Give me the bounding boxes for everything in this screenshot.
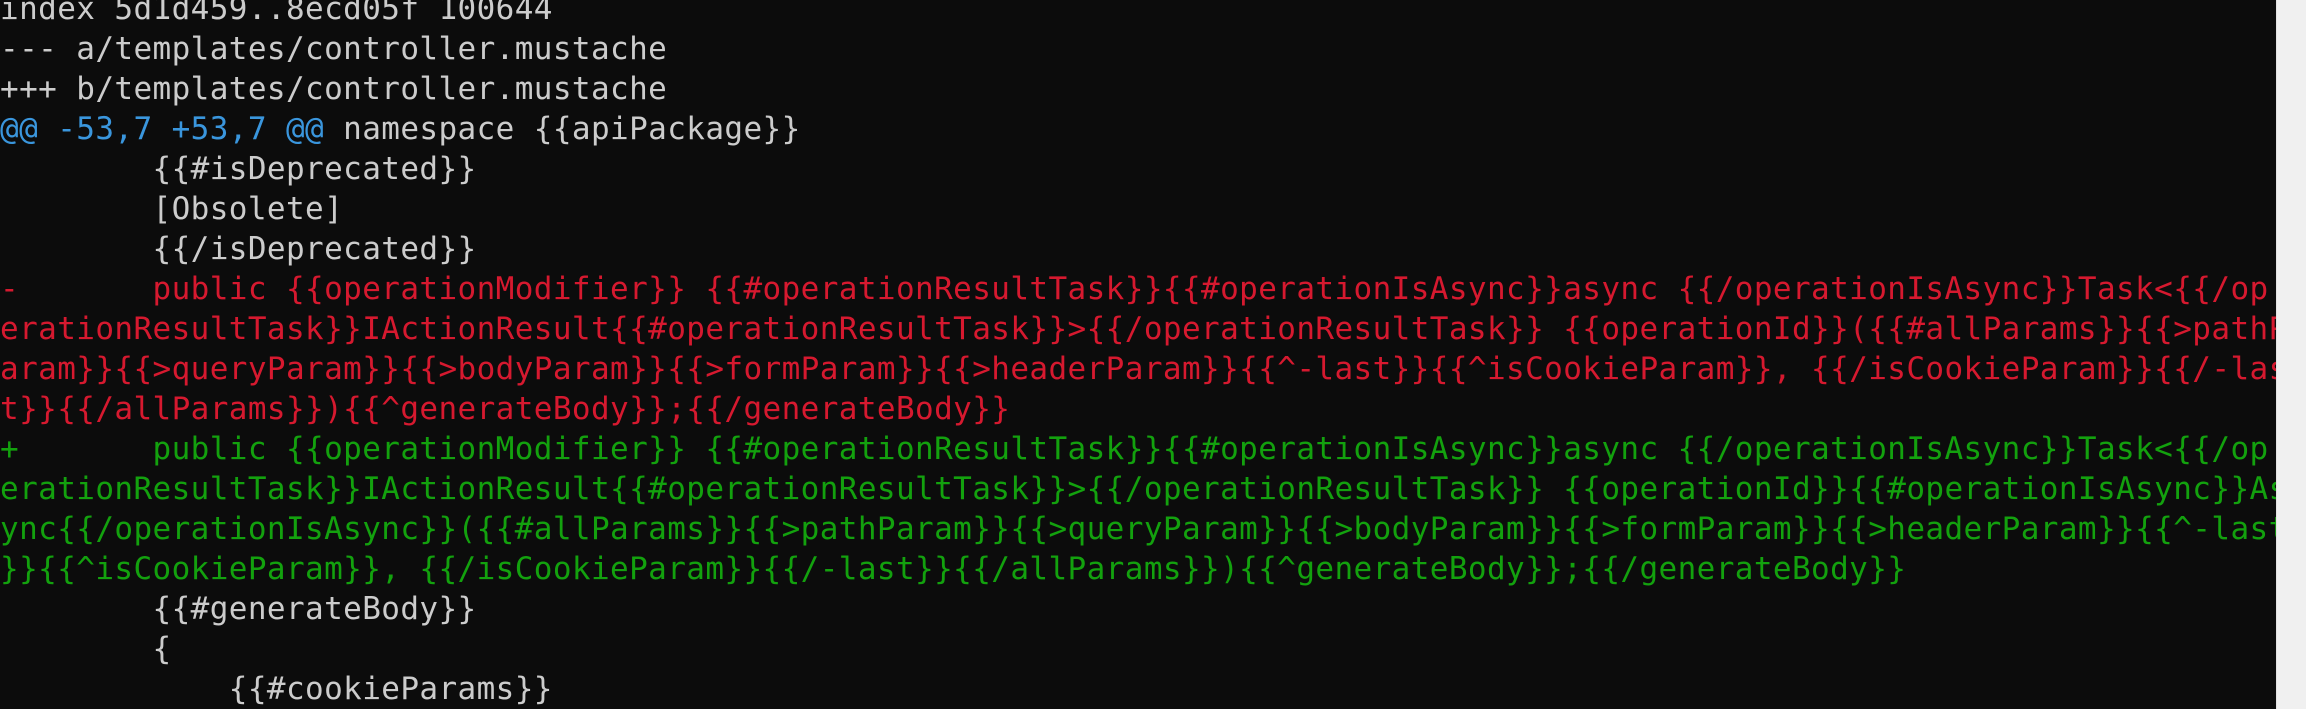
hunk-range: @@ -53,7 +53,7 @@ bbox=[0, 111, 325, 147]
diff-removed-line: t}}{{/allParams}}){{^generateBody}};{{/g… bbox=[0, 391, 1011, 427]
diff-added-line: erationResultTask}}IActionResult{{#opera… bbox=[0, 471, 2276, 507]
vertical-scrollbar[interactable] bbox=[2276, 0, 2306, 709]
diff-removed-line: - public {{operationModifier}} {{#operat… bbox=[0, 271, 2269, 307]
diff-removed-line: aram}}{{>queryParam}}{{>bodyParam}}{{>fo… bbox=[0, 351, 2276, 387]
diff-context-line: {{#generateBody}} bbox=[0, 591, 477, 627]
diff-added-line: + public {{operationModifier}} {{#operat… bbox=[0, 431, 2269, 467]
diff-added-line: }}{{^isCookieParam}}, {{/isCookieParam}}… bbox=[0, 551, 1907, 587]
diff-output: index 5d1d459..8ecd05f 100644 --- a/templ… bbox=[0, 0, 2276, 709]
diff-index-line: index 5d1d459..8ecd05f 100644 bbox=[0, 0, 553, 27]
diff-context-line: {{/isDeprecated}} bbox=[0, 231, 477, 267]
diff-new-file-line: +++ b/templates/controller.mustache bbox=[0, 71, 668, 107]
diff-context-line: { bbox=[0, 631, 172, 667]
diff-context-line: {{#isDeprecated}} bbox=[0, 151, 477, 187]
terminal-window[interactable]: index 5d1d459..8ecd05f 100644 --- a/templ… bbox=[0, 0, 2276, 709]
diff-added-line: ync{{/operationIsAsync}}({{#allParams}}{… bbox=[0, 511, 2276, 547]
diff-hunk-header: @@ -53,7 +53,7 @@ namespace {{apiPackage… bbox=[0, 109, 2276, 149]
diff-old-file-line: --- a/templates/controller.mustache bbox=[0, 31, 668, 67]
diff-context-line: [Obsolete] bbox=[0, 191, 344, 227]
hunk-context: namespace {{apiPackage}} bbox=[324, 111, 801, 147]
diff-context-line: {{#cookieParams}} bbox=[0, 671, 553, 707]
diff-removed-line: erationResultTask}}IActionResult{{#opera… bbox=[0, 311, 2276, 347]
